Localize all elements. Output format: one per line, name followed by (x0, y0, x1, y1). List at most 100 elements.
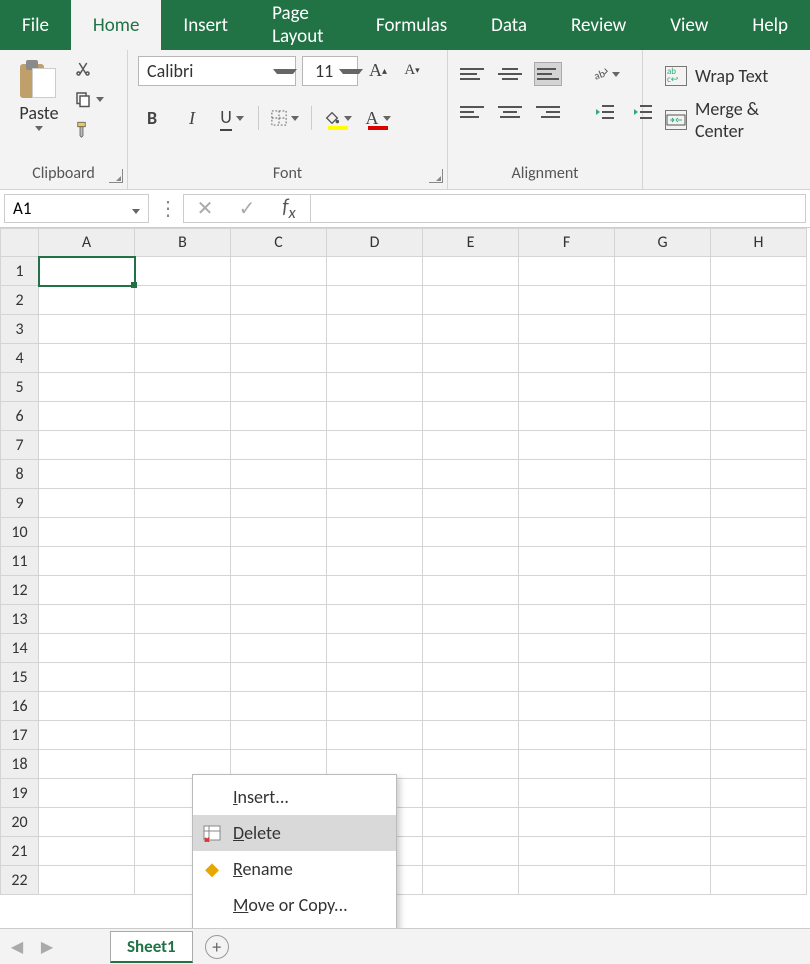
column-header[interactable]: E (423, 229, 519, 257)
cell[interactable] (615, 721, 711, 750)
cell[interactable] (711, 779, 807, 808)
cell[interactable] (711, 315, 807, 344)
cell[interactable] (327, 721, 423, 750)
paste-dropdown-icon[interactable] (35, 126, 43, 131)
tab-insert[interactable]: Insert (161, 0, 250, 50)
cell[interactable] (231, 315, 327, 344)
row-header[interactable]: 2 (1, 286, 39, 315)
cell[interactable] (231, 373, 327, 402)
cell[interactable] (39, 692, 135, 721)
cell[interactable] (135, 721, 231, 750)
cell[interactable] (231, 721, 327, 750)
cell[interactable] (39, 547, 135, 576)
cell[interactable] (327, 373, 423, 402)
row-header[interactable]: 3 (1, 315, 39, 344)
merge-center-button[interactable]: Merge & Center (659, 106, 800, 134)
cell[interactable] (615, 518, 711, 547)
cell[interactable] (39, 866, 135, 895)
cell[interactable] (519, 402, 615, 431)
cell[interactable] (39, 431, 135, 460)
cell[interactable] (327, 576, 423, 605)
cell[interactable] (135, 431, 231, 460)
cell[interactable] (423, 373, 519, 402)
cell[interactable] (39, 257, 135, 286)
cell[interactable] (615, 663, 711, 692)
tab-help[interactable]: Help (730, 0, 810, 50)
select-all-cell[interactable] (1, 229, 39, 257)
cell[interactable] (423, 634, 519, 663)
cell[interactable] (39, 605, 135, 634)
align-top-button[interactable] (458, 62, 486, 86)
cell[interactable] (327, 663, 423, 692)
sheet-nav-next[interactable]: ▶ (38, 938, 56, 956)
tab-file[interactable]: File (0, 0, 71, 50)
cell[interactable] (231, 663, 327, 692)
cell[interactable] (711, 663, 807, 692)
cell[interactable] (231, 460, 327, 489)
cell[interactable] (423, 460, 519, 489)
cut-button[interactable] (74, 58, 104, 80)
cell[interactable] (615, 837, 711, 866)
cell[interactable] (519, 634, 615, 663)
row-header[interactable]: 14 (1, 634, 39, 663)
cell[interactable] (39, 518, 135, 547)
row-header[interactable]: 17 (1, 721, 39, 750)
formula-input[interactable] (311, 194, 806, 223)
cell[interactable] (711, 286, 807, 315)
cell[interactable] (519, 547, 615, 576)
cell[interactable] (711, 721, 807, 750)
cell[interactable] (615, 257, 711, 286)
cell[interactable] (519, 315, 615, 344)
cell[interactable] (135, 605, 231, 634)
cell[interactable] (135, 286, 231, 315)
tab-review[interactable]: Review (549, 0, 648, 50)
align-bottom-button[interactable] (534, 62, 562, 86)
cell[interactable] (231, 547, 327, 576)
cell[interactable] (39, 750, 135, 779)
row-header[interactable]: 18 (1, 750, 39, 779)
cell[interactable] (135, 402, 231, 431)
name-box[interactable]: A1 (4, 194, 149, 223)
cell[interactable] (327, 431, 423, 460)
cell[interactable] (615, 634, 711, 663)
cell[interactable] (519, 257, 615, 286)
cell[interactable] (615, 344, 711, 373)
cell[interactable] (231, 634, 327, 663)
ctx-move-copy[interactable]: Move or Copy... (193, 887, 396, 923)
cell[interactable] (711, 547, 807, 576)
tab-home[interactable]: Home (71, 0, 162, 50)
tab-data[interactable]: Data (469, 0, 549, 50)
row-header[interactable]: 22 (1, 866, 39, 895)
font-size-combo[interactable]: 11 (302, 56, 358, 86)
column-header[interactable]: H (711, 229, 807, 257)
ctx-insert[interactable]: Insert... (193, 779, 396, 815)
cell[interactable] (231, 402, 327, 431)
cell[interactable] (39, 489, 135, 518)
cell[interactable] (135, 663, 231, 692)
cell[interactable] (615, 692, 711, 721)
cell[interactable] (615, 460, 711, 489)
cell[interactable] (135, 518, 231, 547)
cell[interactable] (615, 286, 711, 315)
format-painter-button[interactable] (74, 118, 104, 140)
cell[interactable] (39, 808, 135, 837)
cell[interactable] (519, 489, 615, 518)
cell[interactable] (39, 315, 135, 344)
cell[interactable] (231, 344, 327, 373)
cell[interactable] (519, 779, 615, 808)
align-center-button[interactable] (496, 100, 524, 124)
cell[interactable] (423, 779, 519, 808)
cell[interactable] (519, 576, 615, 605)
cell[interactable] (711, 431, 807, 460)
tab-formulas[interactable]: Formulas (354, 0, 469, 50)
cell[interactable] (519, 373, 615, 402)
cell[interactable] (711, 344, 807, 373)
cell[interactable] (327, 518, 423, 547)
decrease-font-button[interactable]: A▾ (398, 56, 426, 84)
cell[interactable] (327, 460, 423, 489)
cell[interactable] (615, 866, 711, 895)
cell[interactable] (423, 663, 519, 692)
cell[interactable] (423, 286, 519, 315)
copy-button[interactable] (74, 88, 104, 110)
tab-view[interactable]: View (648, 0, 730, 50)
